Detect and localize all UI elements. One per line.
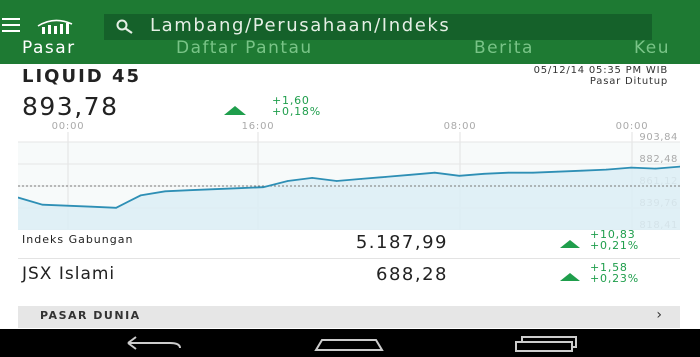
chevron-right-icon: ›: [656, 307, 662, 323]
index-name: LIQUID 45: [22, 66, 142, 87]
system-nav-bar: [0, 329, 700, 357]
index-change-pct: +0,18%: [272, 105, 321, 118]
chart-point: [409, 174, 412, 176]
chart-point: [360, 178, 363, 180]
row-change-pct-jsx-islami: +0,23%: [590, 272, 639, 285]
chart-x-tick-label: 08:00: [444, 121, 477, 132]
chart-y-tick-label: 882,48: [639, 154, 678, 165]
row-value-jsx-islami: 688,28: [376, 264, 448, 285]
row-name-indeks-gabungan: Indeks Gabungan: [22, 233, 134, 246]
brand-icon[interactable]: [36, 14, 74, 36]
chart-x-tick-label: 16:00: [242, 121, 275, 132]
tab-pasar[interactable]: Pasar: [22, 38, 76, 58]
chart-point: [385, 176, 387, 178]
chart-x-tick-label: 00:00: [616, 121, 649, 132]
chart-point: [139, 194, 142, 197]
section-pasar-dunia[interactable]: PASAR DUNIA ›: [18, 306, 680, 328]
intraday-chart[interactable]: 00:0016:0008:0000:00903,84882,48861,1283…: [18, 118, 680, 230]
home-icon[interactable]: [312, 334, 386, 352]
tab-daftar-pantau[interactable]: Daftar Pantau: [176, 38, 313, 58]
chart-point: [581, 169, 583, 172]
chart-point: [507, 171, 510, 174]
chart-point: [237, 187, 240, 189]
chart-point: [532, 171, 534, 174]
search-placeholder: Lambang/Perusahaan/Indeks: [150, 15, 451, 36]
chart-point: [90, 205, 93, 208]
tab-bar: Pasar Daftar Pantau Berita Keu: [0, 38, 700, 62]
chart-point: [335, 180, 338, 182]
up-arrow-icon: [224, 106, 246, 115]
up-arrow-icon: [560, 240, 580, 248]
timestamp: 05/12/14 05:35 PM WIB: [533, 65, 668, 76]
chart-point: [605, 168, 608, 171]
chart-point: [188, 189, 191, 191]
chart-point: [654, 167, 657, 170]
row-divider: [18, 258, 680, 259]
chart-point: [66, 204, 68, 207]
chart-point: [41, 203, 44, 206]
chart-point: [556, 170, 559, 173]
chart-point: [483, 173, 485, 175]
section-label: PASAR DUNIA: [40, 309, 141, 322]
chart-point: [458, 175, 461, 177]
recents-icon[interactable]: [512, 334, 578, 352]
market-content: LIQUID 45 05/12/14 05:35 PM WIB Pasar Di…: [0, 64, 700, 329]
chart-point: [311, 177, 314, 179]
chart-x-tick-label: 00:00: [52, 121, 85, 132]
tab-keuangan[interactable]: Keu: [634, 38, 670, 58]
back-icon[interactable]: [122, 334, 186, 352]
tab-berita[interactable]: Berita: [474, 38, 534, 58]
market-status: Pasar Ditutup: [589, 76, 668, 87]
menu-icon[interactable]: [2, 18, 20, 32]
search-input[interactable]: Lambang/Perusahaan/Indeks: [104, 14, 652, 40]
app-bar: Lambang/Perusahaan/Indeks Pasar Daftar P…: [0, 0, 700, 64]
up-arrow-icon: [560, 273, 580, 281]
chart-point: [115, 207, 117, 209]
chart-y-tick-label: 903,84: [639, 132, 678, 143]
search-icon: [116, 19, 133, 34]
chart-point: [286, 180, 289, 182]
chart-point: [262, 186, 264, 188]
chart-point: [213, 188, 215, 190]
index-value: 893,78: [22, 92, 119, 121]
row-name-jsx-islami: JSX Islami: [22, 264, 116, 284]
chart-point: [630, 166, 632, 169]
chart-point: [164, 190, 166, 193]
chart-point: [434, 171, 436, 174]
row-change-pct-indeks-gabungan: +0,21%: [590, 239, 639, 252]
row-value-indeks-gabungan: 5.187,99: [355, 232, 448, 253]
